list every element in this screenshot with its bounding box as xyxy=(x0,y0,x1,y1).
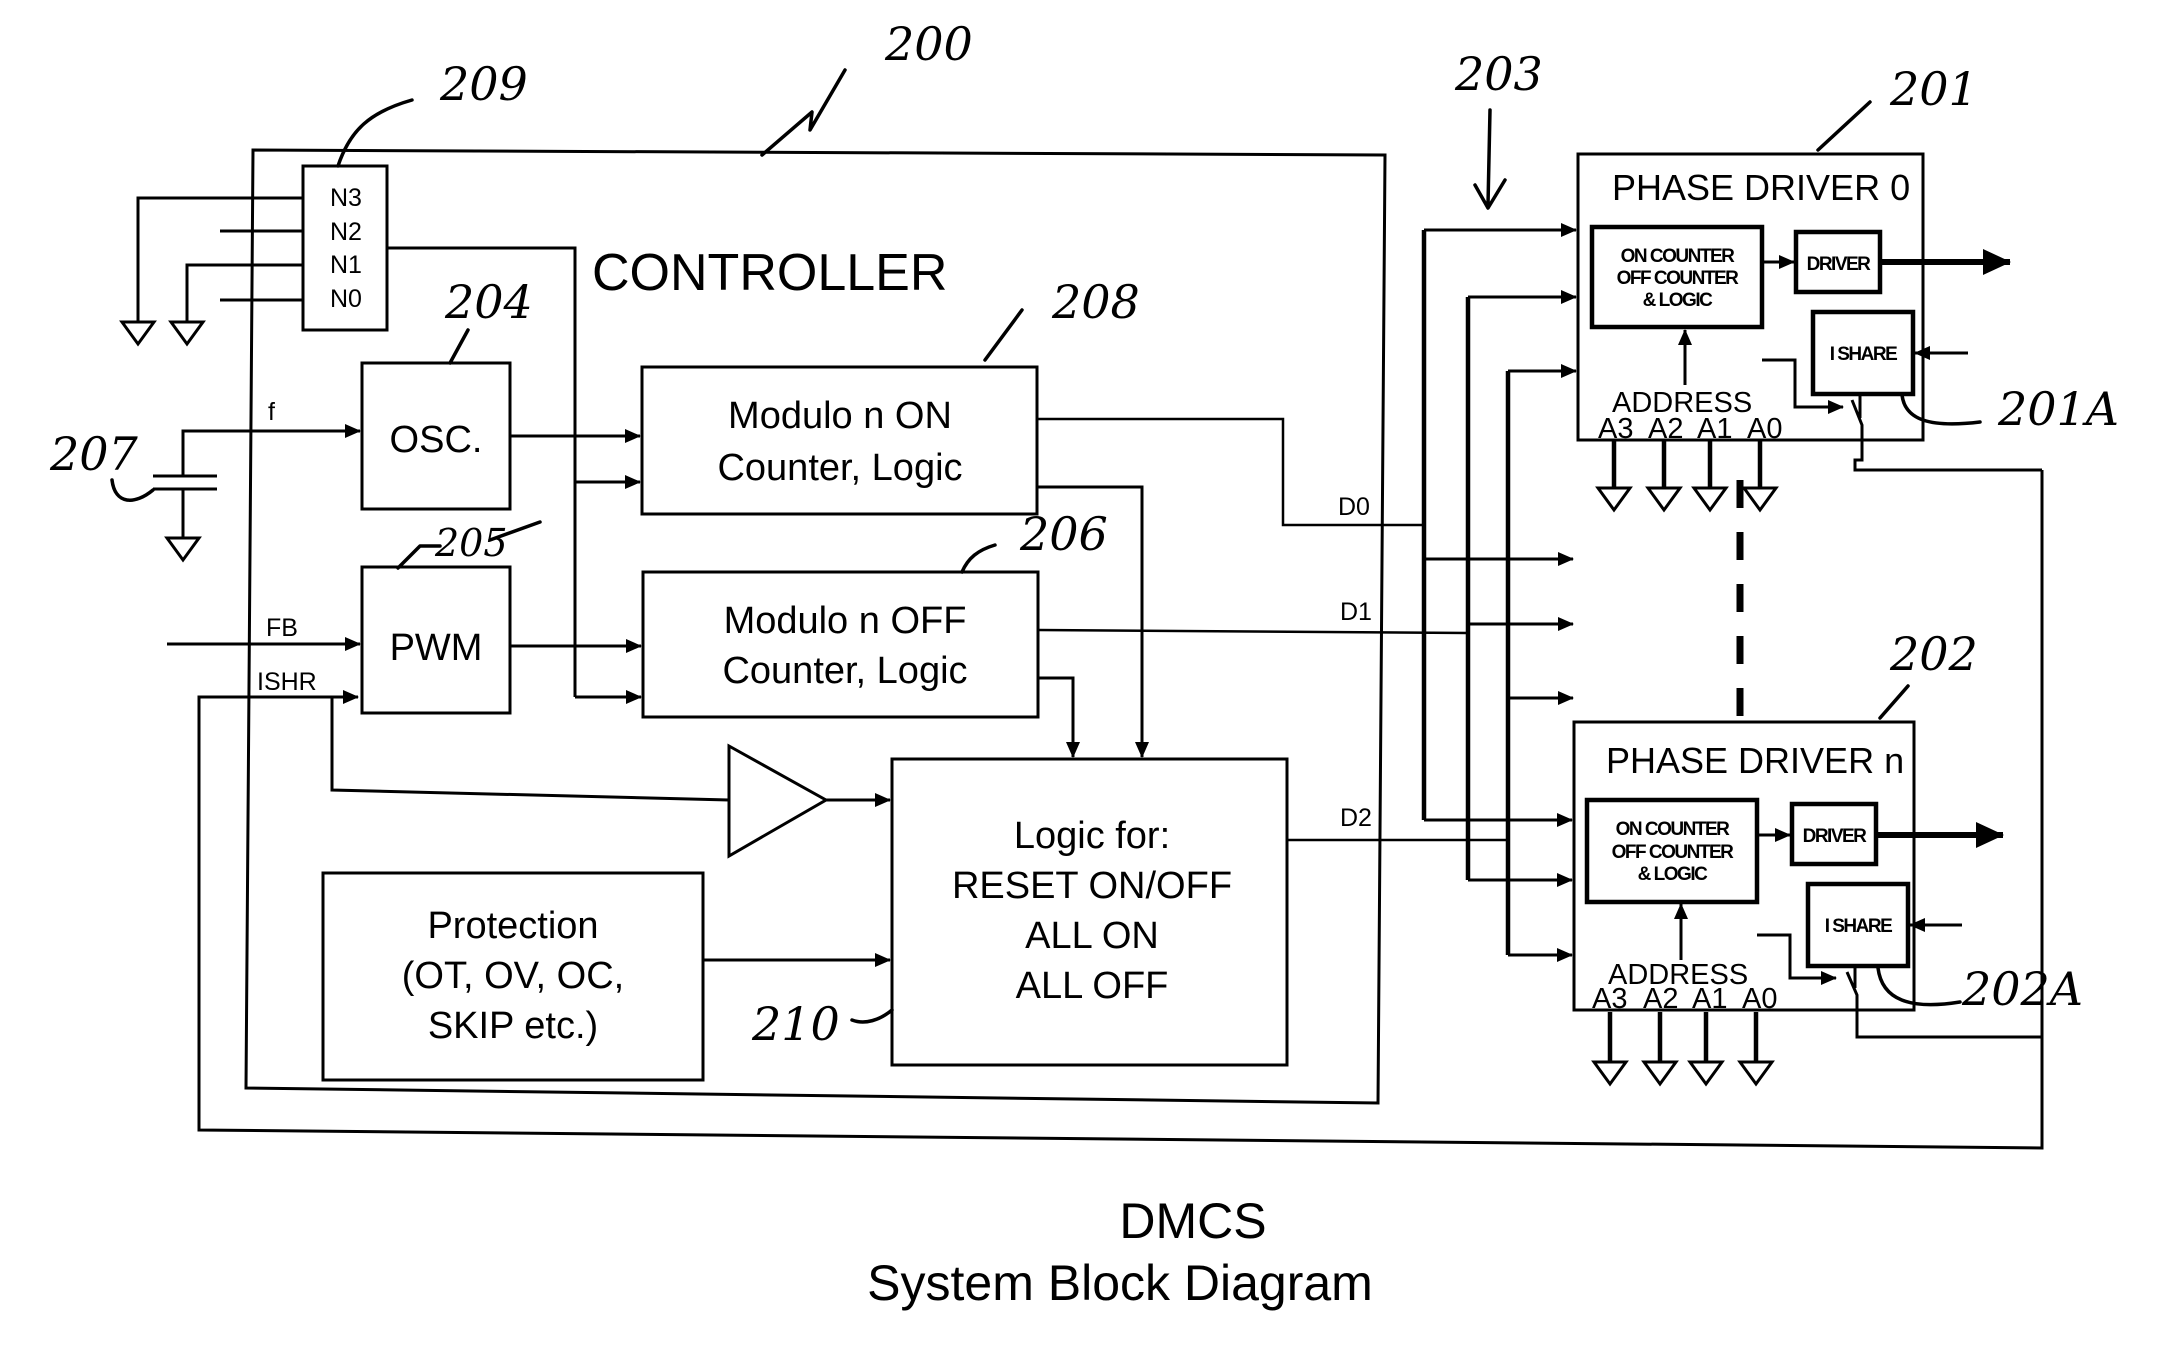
pin-n3: N3 xyxy=(330,184,362,212)
phase-driver-0-a0: A0 xyxy=(1747,413,1782,445)
pin-n2: N2 xyxy=(330,218,362,246)
phase-driver-n-ref-leader xyxy=(1878,684,1910,720)
phase-driver-n: PHASE DRIVER n ON COUNTER OFF COUNTER & … xyxy=(1572,627,2083,1087)
amplifier-icon xyxy=(727,743,830,859)
osc-ref: 204 xyxy=(444,275,533,329)
ground-icon xyxy=(1641,1060,1679,1087)
ground-icon xyxy=(1687,1060,1725,1087)
ground-icon xyxy=(1741,486,1779,513)
pwm-fb-label: FB xyxy=(266,614,298,642)
phase-driver-0-title: PHASE DRIVER 0 xyxy=(1612,167,1910,208)
on-counter-line2: Counter, Logic xyxy=(717,447,962,489)
off-counter-ref: 206 xyxy=(1019,507,1108,561)
logic-line3: ALL ON xyxy=(1025,915,1159,957)
phase-driver-0-counter-line1: ON COUNTER xyxy=(1621,246,1736,267)
ground-icon xyxy=(168,320,206,347)
phase-driver-n-ishare-label: I SHARE xyxy=(1825,916,1892,937)
capacitor-ref-leader xyxy=(110,478,155,502)
phase-driver-n-a0: A0 xyxy=(1742,983,1777,1015)
logic-line1: Logic for: xyxy=(1014,815,1170,857)
figure-title: DMCS xyxy=(1119,1193,1266,1249)
logic-line2: RESET ON/OFF xyxy=(952,865,1232,907)
on-counter-line1: Modulo n ON xyxy=(728,395,952,437)
on-counter-ref: 208 xyxy=(1051,275,1140,329)
output-d2-label: D2 xyxy=(1340,804,1372,832)
phase-driver-n-driver-label: DRIVER xyxy=(1803,826,1868,847)
phase-driver-n-address-straps xyxy=(1607,1012,1759,1062)
off-counter-to-logic xyxy=(1038,676,1080,758)
phase-driver-n-a3: A3 xyxy=(1592,983,1627,1015)
controller-ref-leader xyxy=(760,68,847,157)
protection-line1: Protection xyxy=(427,905,598,947)
pwm-ref: 205 xyxy=(434,521,508,565)
pwm-ref-leader xyxy=(396,544,442,570)
phase-driver-0-counter-line2: OFF COUNTER xyxy=(1617,268,1739,289)
ground-icon xyxy=(164,536,202,563)
phase-driver-0: PHASE DRIVER 0 ON COUNTER OFF COUNTER & … xyxy=(1576,62,2119,513)
ground-icon xyxy=(1737,1060,1775,1087)
protection-line2: (OT, OV, OC, xyxy=(402,955,624,997)
logic-line4: ALL OFF xyxy=(1016,965,1169,1007)
phase-driver-0-driver-label: DRIVER xyxy=(1807,254,1872,275)
n3-strap xyxy=(136,196,303,322)
phase-driver-n-counter-line2: OFF COUNTER xyxy=(1612,842,1734,863)
output-d1-label: D1 xyxy=(1340,598,1372,626)
ground-icon xyxy=(1691,486,1729,513)
ground-icon xyxy=(1595,486,1633,513)
phase-driver-n-a1: A1 xyxy=(1692,983,1727,1015)
dmcs-block-diagram: CONTROLLER 200 N3 N2 N1 N0 209 OSC. f 20… xyxy=(49,17,2119,1311)
controller-ref: 200 xyxy=(884,17,973,71)
figure-subtitle: System Block Diagram xyxy=(867,1255,1373,1311)
phase-driver-0-ishare-ref: 201A xyxy=(1997,382,2119,436)
phase-driver-0-counter-line3: & LOGIC xyxy=(1643,290,1713,311)
off-counter-line1: Modulo n OFF xyxy=(724,600,967,642)
phase-driver-0-ref-leader xyxy=(1816,100,1872,152)
phase-driver-0-a1: A1 xyxy=(1697,413,1732,445)
phase-driver-0-ishare-label: I SHARE xyxy=(1830,344,1897,365)
off-counter-ref-leader xyxy=(960,543,997,574)
off-counter-line2: Counter, Logic xyxy=(722,650,967,692)
bus-ref-leader xyxy=(1473,108,1507,210)
phase-driver-n-counter-line1: ON COUNTER xyxy=(1616,819,1731,840)
pwm-label: PWM xyxy=(390,627,483,669)
pin-n1: N1 xyxy=(330,251,362,279)
d1-line xyxy=(1037,628,1469,635)
protection-line3: SKIP etc.) xyxy=(428,1005,598,1047)
controller-label: CONTROLLER xyxy=(592,244,947,302)
pwm-ishr-label: ISHR xyxy=(257,668,317,696)
logic-ref-leader xyxy=(850,1008,894,1024)
pins-ref: 209 xyxy=(439,57,528,111)
pins-ref-leader xyxy=(336,98,414,168)
phase-driver-n-ref: 202 xyxy=(1889,627,1978,681)
bus-ref: 203 xyxy=(1454,47,1543,101)
phase-driver-n-title: PHASE DRIVER n xyxy=(1606,740,1904,781)
osc-input-f-label: f xyxy=(268,398,275,426)
ground-icon xyxy=(1591,1060,1629,1087)
phase-driver-n-ishare-ref: 202A xyxy=(1961,962,2083,1016)
pin-n0: N0 xyxy=(330,285,362,313)
output-d0-label: D0 xyxy=(1338,493,1370,521)
logic-ref: 210 xyxy=(751,997,840,1051)
capacitor-ref: 207 xyxy=(49,427,139,481)
osc-label: OSC. xyxy=(390,419,483,461)
on-counter-block xyxy=(640,365,1039,516)
off-counter-block xyxy=(641,570,1040,719)
ground-icon xyxy=(1645,486,1683,513)
ground-icon xyxy=(119,320,157,347)
logic-block xyxy=(890,757,1289,1067)
f-line xyxy=(181,424,361,476)
phase-driver-0-ref: 201 xyxy=(1889,62,1978,116)
osc-ref-leader xyxy=(448,328,470,365)
phase-driver-n-a2: A2 xyxy=(1643,983,1678,1015)
phase-driver-n-counter-line3: & LOGIC xyxy=(1638,864,1708,885)
n1-strap xyxy=(185,263,303,322)
on-counter-ref-leader xyxy=(983,308,1024,362)
